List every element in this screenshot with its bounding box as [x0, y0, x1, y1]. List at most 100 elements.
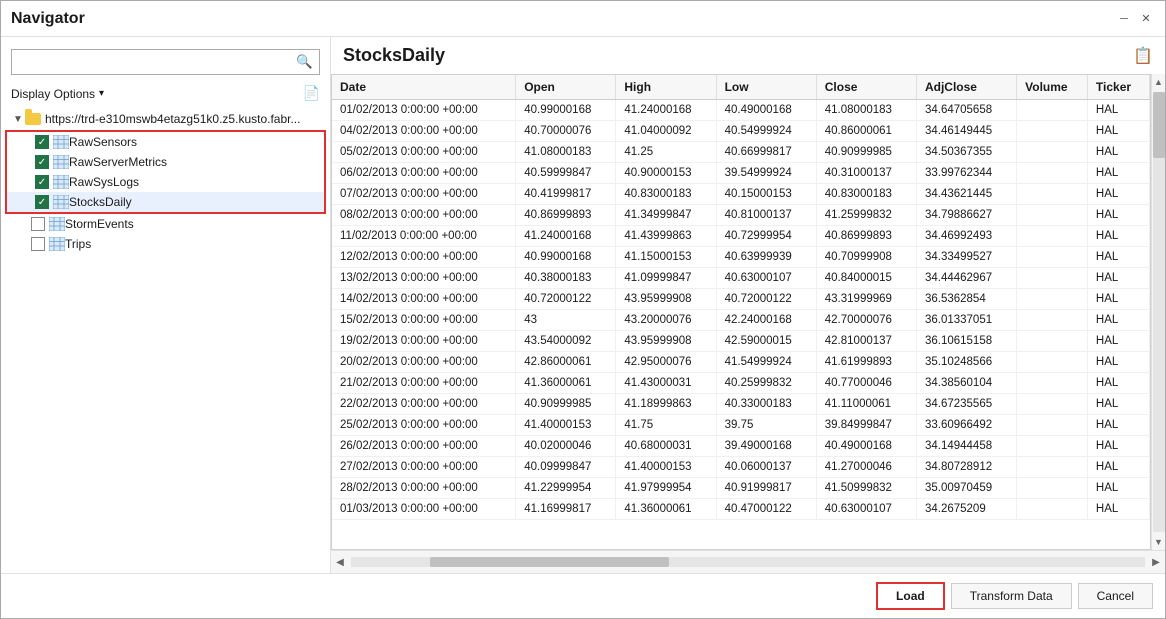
scroll-down-arrow[interactable]: ▼ — [1152, 534, 1166, 550]
scroll-left-arrow[interactable]: ◀ — [331, 553, 349, 571]
h-scroll-thumb — [430, 557, 668, 567]
table-cell: 40.68000031 — [616, 436, 716, 457]
table-cell: 22/02/2013 0:00:00 +00:00 — [332, 394, 516, 415]
table-row: 15/02/2013 0:00:00 +00:004343.2000007642… — [332, 310, 1150, 331]
col-high: High — [616, 75, 716, 100]
item-label-trips: Trips — [65, 237, 91, 251]
expand-arrow-icon: ▼ — [11, 112, 25, 126]
table-cell: 01/02/2013 0:00:00 +00:00 — [332, 100, 516, 121]
table-cell: 41.36000061 — [616, 499, 716, 520]
table-cell: 40.59999847 — [516, 163, 616, 184]
table-cell — [1017, 331, 1088, 352]
table-cell — [1017, 373, 1088, 394]
item-label-stormevents: StormEvents — [65, 217, 134, 231]
table-cell: 40.90999985 — [516, 394, 616, 415]
table-cell: 41.75 — [616, 415, 716, 436]
display-options-toggle[interactable]: Display Options ▾ — [11, 87, 104, 101]
table-cell: 41.24000168 — [516, 226, 616, 247]
table-cell: 34.50367355 — [916, 142, 1016, 163]
right-panel-header: StocksDaily 📋 — [331, 45, 1165, 74]
table-cell: HAL — [1087, 478, 1149, 499]
table-cell: 40.33000183 — [716, 394, 816, 415]
table-cell: 41.09999847 — [616, 268, 716, 289]
table-cell: 41.40000153 — [616, 457, 716, 478]
table-cell: 43.95999908 — [616, 331, 716, 352]
tree-item-stocksdaily[interactable]: StocksDaily — [7, 192, 324, 212]
table-cell: 40.72999954 — [716, 226, 816, 247]
checkbox-rawsensors[interactable] — [35, 135, 49, 149]
scroll-right-arrow[interactable]: ▶ — [1147, 553, 1165, 571]
table-cell: 39.54999924 — [716, 163, 816, 184]
item-label-rawsyslogs: RawSysLogs — [69, 175, 139, 189]
table-cell: HAL — [1087, 436, 1149, 457]
table-cell: 41.08000183 — [816, 100, 916, 121]
cancel-button[interactable]: Cancel — [1078, 583, 1153, 609]
checkbox-trips[interactable] — [31, 237, 45, 251]
table-cell: 40.63000107 — [816, 499, 916, 520]
checkbox-rawservermetrics[interactable] — [35, 155, 49, 169]
table-row: 27/02/2013 0:00:00 +00:0040.0999984741.4… — [332, 457, 1150, 478]
tree-item-rawsyslogs[interactable]: RawSysLogs — [7, 172, 324, 192]
table-cell: 39.75 — [716, 415, 816, 436]
table-cell: 39.49000168 — [716, 436, 816, 457]
table-cell: 40.09999847 — [516, 457, 616, 478]
table-cell: 41.34999847 — [616, 205, 716, 226]
import-icon-button[interactable]: 📄 — [303, 85, 320, 102]
table-cell: 07/02/2013 0:00:00 +00:00 — [332, 184, 516, 205]
table-cell: 26/02/2013 0:00:00 +00:00 — [332, 436, 516, 457]
table-cell — [1017, 226, 1088, 247]
table-cell — [1017, 352, 1088, 373]
search-icon-button[interactable]: 🔍 — [290, 50, 319, 74]
minimize-button[interactable]: ─ — [1115, 10, 1133, 28]
checkbox-stocksdaily[interactable] — [35, 195, 49, 209]
table-row: 25/02/2013 0:00:00 +00:0041.4000015341.7… — [332, 415, 1150, 436]
table-row: 28/02/2013 0:00:00 +00:0041.2299995441.9… — [332, 478, 1150, 499]
v-scroll-track[interactable] — [1153, 92, 1165, 532]
table-cell: 39.84999847 — [816, 415, 916, 436]
table-cell: 40.77000046 — [816, 373, 916, 394]
table-row: 11/02/2013 0:00:00 +00:0041.2400016841.4… — [332, 226, 1150, 247]
tree-connection-root[interactable]: ▼ https://trd-e310mswb4etazg51k0.z5.kust… — [3, 108, 328, 130]
load-button[interactable]: Load — [876, 582, 945, 610]
transform-data-button[interactable]: Transform Data — [951, 583, 1072, 609]
table-icon-trips — [49, 237, 65, 251]
table-cell: 40.91999817 — [716, 478, 816, 499]
export-icon[interactable]: 📋 — [1133, 46, 1153, 66]
table-cell: 34.64705658 — [916, 100, 1016, 121]
table-cell: 34.14944458 — [916, 436, 1016, 457]
folder-icon — [25, 111, 41, 127]
table-cell: 40.90999985 — [816, 142, 916, 163]
table-cell: 40.86999893 — [516, 205, 616, 226]
data-table-container[interactable]: Date Open High Low Close AdjClose Volume… — [331, 74, 1151, 550]
display-options-label: Display Options — [11, 87, 95, 101]
table-cell: HAL — [1087, 121, 1149, 142]
table-cell: 41.54999924 — [716, 352, 816, 373]
table-row: 07/02/2013 0:00:00 +00:0040.4199981740.8… — [332, 184, 1150, 205]
tree-item-rawservermetrics[interactable]: RawServerMetrics — [7, 152, 324, 172]
table-cell: 43.31999969 — [816, 289, 916, 310]
table-body: 01/02/2013 0:00:00 +00:0040.9900016841.2… — [332, 100, 1150, 520]
checkbox-rawsyslogs[interactable] — [35, 175, 49, 189]
tree-item-trips[interactable]: Trips — [3, 234, 328, 254]
table-cell: 40.72000122 — [716, 289, 816, 310]
table-cell: 20/02/2013 0:00:00 +00:00 — [332, 352, 516, 373]
table-icon-rawservermetrics — [53, 155, 69, 169]
search-input[interactable] — [12, 51, 290, 73]
search-bar: 🔍 — [11, 49, 320, 75]
h-scroll-track[interactable] — [351, 557, 1145, 567]
table-cell: 27/02/2013 0:00:00 +00:00 — [332, 457, 516, 478]
table-icon-rawsensors — [53, 135, 69, 149]
scroll-up-arrow[interactable]: ▲ — [1152, 74, 1166, 90]
table-cell: 40.15000153 — [716, 184, 816, 205]
table-cell: 41.43999863 — [616, 226, 716, 247]
table-cell: 21/02/2013 0:00:00 +00:00 — [332, 373, 516, 394]
checkbox-stormevents[interactable] — [31, 217, 45, 231]
col-volume: Volume — [1017, 75, 1088, 100]
table-cell: HAL — [1087, 331, 1149, 352]
table-cell: 41.15000153 — [616, 247, 716, 268]
table-cell: HAL — [1087, 205, 1149, 226]
tree-item-stormevents[interactable]: StormEvents — [3, 214, 328, 234]
tree-item-rawsensors[interactable]: RawSensors — [7, 132, 324, 152]
table-cell — [1017, 205, 1088, 226]
close-button[interactable]: ✕ — [1137, 10, 1155, 28]
